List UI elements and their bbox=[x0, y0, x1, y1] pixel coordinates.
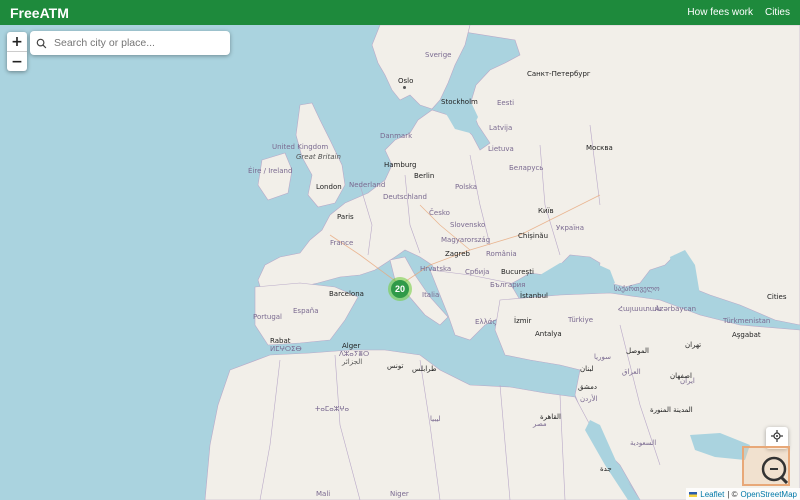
label-alger: Alger bbox=[342, 342, 361, 350]
label-uk: United Kingdom bbox=[272, 143, 329, 151]
nav-links: How fees work Cities bbox=[687, 7, 790, 18]
flag-icon bbox=[689, 491, 698, 497]
search-input[interactable] bbox=[52, 36, 221, 50]
crosshair-icon bbox=[771, 429, 783, 447]
brand-logo[interactable]: FreeATM bbox=[10, 5, 69, 21]
openstreetmap-link[interactable]: OpenStreetMap bbox=[741, 490, 797, 499]
label-paris: Paris bbox=[337, 213, 354, 221]
label-jeddah: جدة bbox=[600, 465, 612, 473]
top-navbar: FreeATM How fees work Cities bbox=[0, 0, 800, 25]
label-mosul: الموصل bbox=[626, 347, 649, 355]
label-srbija: Србија bbox=[465, 268, 490, 276]
label-ukraina: Україна bbox=[556, 224, 585, 232]
label-georgia: საქართველო bbox=[614, 285, 660, 293]
label-dimashq: دمشق bbox=[578, 383, 597, 391]
label-niger: Niger bbox=[390, 490, 409, 498]
label-gb: Great Britain bbox=[296, 153, 341, 161]
magnifier-overlay[interactable] bbox=[742, 446, 790, 486]
atm-cluster-marker[interactable]: 20 bbox=[388, 277, 412, 301]
label-stockholm: Stockholm bbox=[441, 98, 478, 106]
label-cities: Cities bbox=[767, 293, 787, 301]
label-oslo: Oslo bbox=[398, 77, 414, 85]
label-jazair: الجزائر bbox=[342, 358, 363, 366]
label-algeria: ⴷⵣⴰⵢⴻⵔ bbox=[339, 350, 370, 358]
label-slovensko: Slovensko bbox=[450, 221, 486, 229]
label-morocco: ⵍⵎⵖⵔⵉⴱ bbox=[270, 345, 302, 353]
oslo-dot bbox=[403, 86, 406, 89]
search-icon bbox=[30, 38, 52, 49]
label-syria: سوريا bbox=[594, 353, 611, 361]
label-deutschland: Deutschland bbox=[383, 193, 427, 201]
label-nederland: Nederland bbox=[349, 181, 386, 189]
label-chisinau: Chișinău bbox=[518, 232, 549, 240]
label-hrvatska: Hrvatska bbox=[420, 265, 452, 273]
attribution-separator: | © bbox=[727, 489, 738, 499]
zoom-control: + − bbox=[7, 32, 27, 71]
label-tarabulus: طرابلس bbox=[412, 365, 437, 373]
label-antalya: Antalya bbox=[535, 330, 562, 338]
leaflet-link[interactable]: Leaflet bbox=[700, 490, 724, 499]
label-polska: Polska bbox=[455, 183, 478, 191]
label-turkmenistan: Türkmenistan bbox=[723, 317, 771, 325]
label-lebanon: لبنان bbox=[580, 365, 594, 373]
zoom-out-button[interactable]: − bbox=[7, 51, 27, 71]
search-box bbox=[30, 31, 230, 55]
label-esfahan: اصفهان bbox=[670, 372, 692, 380]
label-danmark: Danmark bbox=[380, 132, 413, 140]
label-lietuva: Lietuva bbox=[488, 145, 514, 153]
label-azerbaycan: Azərbaycan bbox=[655, 305, 697, 313]
map-tiles bbox=[204, 25, 800, 500]
label-saudi: السعودية bbox=[630, 439, 657, 447]
cluster-count: 20 bbox=[391, 280, 409, 298]
label-bucuresti: București bbox=[501, 268, 534, 276]
label-misr: مصر bbox=[533, 420, 547, 428]
label-turkiye: Türkiye bbox=[568, 316, 594, 324]
label-istanbul: İstanbul bbox=[520, 292, 549, 300]
label-urdun: الأردن bbox=[580, 395, 598, 403]
label-italia: Italia bbox=[422, 291, 440, 299]
label-madina: المدينة المنورة bbox=[650, 406, 693, 414]
label-rabat: Rabat bbox=[270, 337, 291, 345]
map-attribution: Leaflet | © OpenStreetMap bbox=[686, 488, 800, 500]
label-mali: Mali bbox=[316, 490, 331, 498]
ireland-land bbox=[257, 152, 293, 201]
label-hamburg: Hamburg bbox=[384, 161, 417, 169]
label-spb: Санкт-Петербург bbox=[527, 70, 591, 78]
label-london: London bbox=[316, 183, 342, 191]
label-cesko: Česko bbox=[429, 209, 450, 217]
label-hellas: Ελλάς bbox=[475, 318, 497, 326]
label-zagreb: Zagreb bbox=[445, 250, 471, 258]
label-barcelona: Barcelona bbox=[329, 290, 364, 298]
label-france: France bbox=[330, 239, 354, 247]
label-eire: Éire / Ireland bbox=[248, 167, 293, 175]
label-libya: ليبيا bbox=[430, 415, 441, 423]
label-tehran: تهران bbox=[685, 341, 702, 349]
nav-how-fees-work-link[interactable]: How fees work bbox=[687, 7, 753, 18]
label-tunis: تونس bbox=[387, 362, 404, 370]
magnifier-icon bbox=[744, 456, 789, 488]
label-eesti: Eesti bbox=[497, 99, 515, 107]
label-kyiv: Київ bbox=[538, 207, 554, 215]
label-tamazgha: ⵜⴰⵎⴰⵣⵖⴰ bbox=[315, 405, 350, 413]
map-canvas[interactable]: Sverige Oslo Stockholm Санкт-Петербург E… bbox=[0, 25, 800, 500]
label-magyar: Magyarország bbox=[441, 236, 491, 244]
label-iraq: العراق bbox=[622, 368, 641, 376]
label-belarus: Беларусь bbox=[509, 164, 544, 172]
label-romania: România bbox=[486, 250, 517, 258]
label-bulgaria: България bbox=[490, 281, 526, 289]
label-espana: España bbox=[293, 307, 319, 315]
nav-cities-link[interactable]: Cities bbox=[765, 7, 790, 18]
label-berlin: Berlin bbox=[414, 172, 435, 180]
label-portugal: Portugal bbox=[253, 313, 282, 321]
zoom-in-button[interactable]: + bbox=[7, 32, 27, 51]
label-sverige: Sverige bbox=[425, 51, 452, 59]
label-moskva: Москва bbox=[586, 144, 613, 152]
label-ashgabat: Aşgabat bbox=[732, 331, 761, 339]
label-latvija: Latvija bbox=[489, 124, 513, 132]
label-izmir: İzmir bbox=[514, 317, 532, 325]
